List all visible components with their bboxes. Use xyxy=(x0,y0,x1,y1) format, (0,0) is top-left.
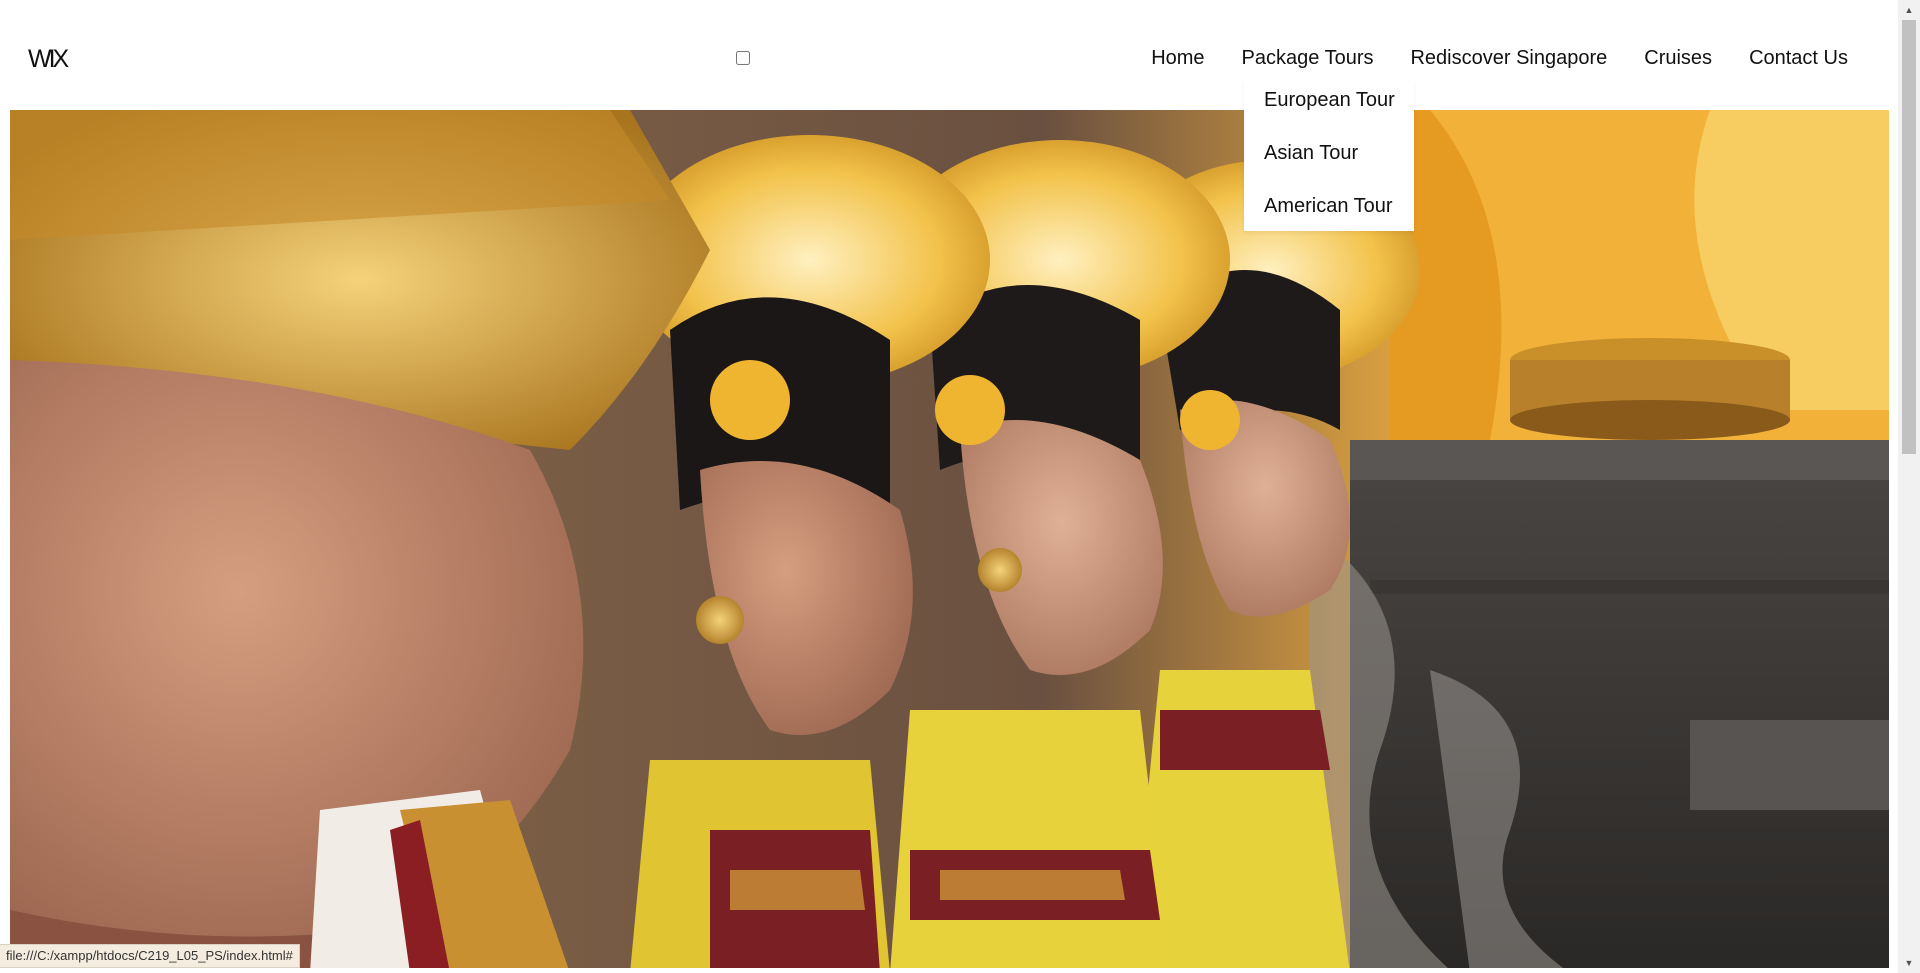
dropdown-item-american-tour[interactable]: American Tour xyxy=(1264,194,1393,218)
page-bottom-edge xyxy=(0,968,1898,973)
scroll-down-arrow-icon[interactable]: ▼ xyxy=(1898,953,1920,973)
site-header: WIX Home Package Tours Rediscover Singap… xyxy=(0,0,1898,110)
hero-illustration xyxy=(10,110,1889,973)
package-tours-dropdown: European Tour Asian Tour American Tour xyxy=(1244,80,1414,231)
hero-image xyxy=(10,110,1889,973)
nav-cruises[interactable]: Cruises xyxy=(1644,46,1712,70)
main-nav: Home Package Tours Rediscover Singapore … xyxy=(1151,46,1848,70)
page: WIX Home Package Tours Rediscover Singap… xyxy=(0,0,1920,973)
vertical-scrollbar[interactable]: ▲ ▼ xyxy=(1898,0,1920,973)
nav-rediscover-singapore[interactable]: Rediscover Singapore xyxy=(1410,46,1607,70)
dropdown-item-asian-tour[interactable]: Asian Tour xyxy=(1264,141,1358,165)
menu-toggle-checkbox[interactable] xyxy=(736,51,750,65)
site-logo[interactable]: WIX xyxy=(28,44,69,74)
scroll-up-arrow-icon[interactable]: ▲ xyxy=(1898,0,1920,20)
nav-package-tours[interactable]: Package Tours xyxy=(1242,46,1374,70)
nav-home[interactable]: Home xyxy=(1151,46,1204,70)
nav-contact-us[interactable]: Contact Us xyxy=(1749,46,1848,70)
link-status-bar: file:///C:/xampp/htdocs/C219_L05_PS/inde… xyxy=(0,944,300,968)
dropdown-item-european-tour[interactable]: European Tour xyxy=(1264,88,1395,112)
scroll-thumb[interactable] xyxy=(1902,20,1916,454)
